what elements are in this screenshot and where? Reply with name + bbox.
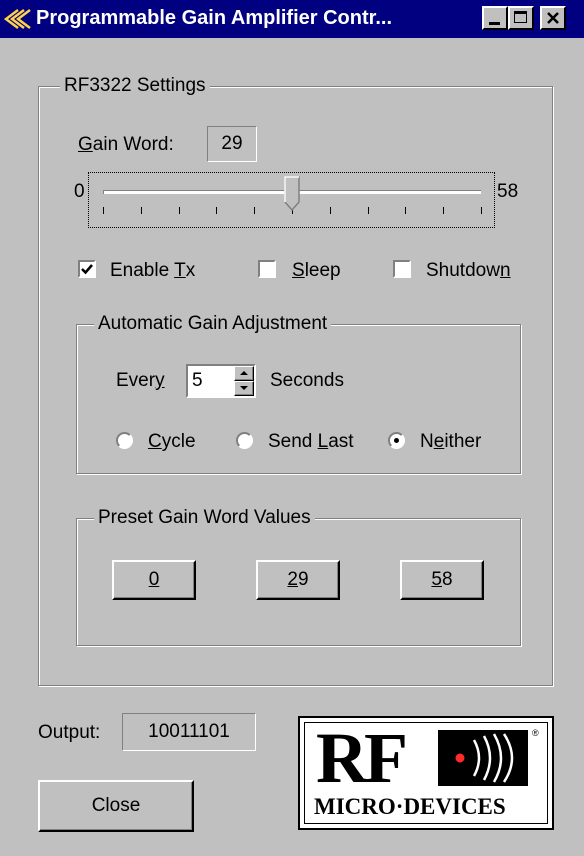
cycle-radio[interactable] bbox=[116, 432, 133, 449]
preset-0-button[interactable]: 0 bbox=[112, 560, 196, 600]
radio-selected-dot bbox=[394, 438, 399, 443]
close-button[interactable]: Close bbox=[38, 780, 194, 832]
checkmark-icon bbox=[81, 264, 93, 275]
every-label: Every bbox=[116, 370, 165, 391]
gain-word-value: 29 bbox=[207, 126, 257, 162]
minimize-button[interactable] bbox=[482, 6, 508, 30]
window-title: Programmable Gain Amplifier Contr... bbox=[36, 7, 392, 29]
interval-spinner[interactable]: 5 bbox=[186, 364, 256, 398]
registered-mark: ® bbox=[532, 728, 539, 738]
interval-input[interactable]: 5 bbox=[192, 370, 203, 392]
enable-tx-label[interactable]: Enable Tx bbox=[110, 260, 195, 282]
gain-slider[interactable] bbox=[88, 172, 495, 228]
slider-tick bbox=[443, 207, 445, 214]
arrow-up-icon bbox=[240, 371, 248, 375]
auto-gain-legend: Automatic Gain Adjustment bbox=[94, 313, 332, 335]
close-icon bbox=[547, 12, 559, 24]
preset-gain-legend: Preset Gain Word Values bbox=[94, 507, 315, 529]
arrow-down-icon bbox=[240, 386, 248, 390]
logo-emblem-icon bbox=[438, 730, 528, 786]
slider-thumb[interactable] bbox=[284, 176, 300, 212]
slider-tick bbox=[481, 207, 482, 214]
neither-radio[interactable] bbox=[388, 432, 405, 449]
slider-tick bbox=[329, 207, 331, 214]
slider-tick bbox=[405, 207, 407, 214]
minimize-icon bbox=[489, 22, 500, 25]
slider-tick bbox=[254, 207, 256, 214]
shutdown-checkbox[interactable] bbox=[393, 260, 411, 278]
shutdown-label[interactable]: Shutdown bbox=[426, 260, 511, 282]
slider-tick bbox=[367, 207, 369, 214]
slider-min-label: 0 bbox=[74, 181, 85, 202]
send-last-radio[interactable] bbox=[236, 432, 253, 449]
logo-rf-text: RF bbox=[316, 718, 408, 798]
spin-up-button[interactable] bbox=[234, 366, 254, 381]
rf3322-settings-legend: RF3322 Settings bbox=[60, 75, 210, 97]
spin-down-button[interactable] bbox=[234, 381, 254, 396]
slider-max-label: 58 bbox=[497, 181, 519, 202]
sleep-label[interactable]: Sleep bbox=[292, 260, 341, 282]
output-label: Output: bbox=[38, 722, 101, 743]
slider-tick bbox=[140, 207, 142, 214]
output-value: 10011101 bbox=[122, 713, 256, 751]
neither-label[interactable]: Neither bbox=[420, 431, 481, 453]
sleep-checkbox[interactable] bbox=[258, 260, 276, 278]
enable-tx-checkbox[interactable] bbox=[78, 260, 96, 278]
maximize-icon bbox=[514, 11, 527, 23]
cycle-label[interactable]: Cycle bbox=[148, 431, 196, 453]
logo-micro-devices-text: MICRO·DEVICES bbox=[314, 794, 506, 819]
app-icon[interactable] bbox=[4, 6, 32, 32]
seconds-label: Seconds bbox=[270, 370, 344, 391]
slider-tick bbox=[178, 207, 180, 214]
slider-tick bbox=[216, 207, 218, 214]
preset-29-button[interactable]: 29 bbox=[256, 560, 340, 600]
rf-micro-devices-logo: RF ® MICRO·DEVICES bbox=[298, 716, 554, 830]
maximize-button[interactable] bbox=[508, 6, 534, 30]
gain-word-label: Gain Word: bbox=[78, 134, 174, 155]
preset-58-button[interactable]: 58 bbox=[400, 560, 484, 600]
send-last-label[interactable]: Send Last bbox=[268, 431, 354, 453]
slider-tick bbox=[103, 207, 104, 214]
close-window-button[interactable] bbox=[540, 6, 566, 30]
